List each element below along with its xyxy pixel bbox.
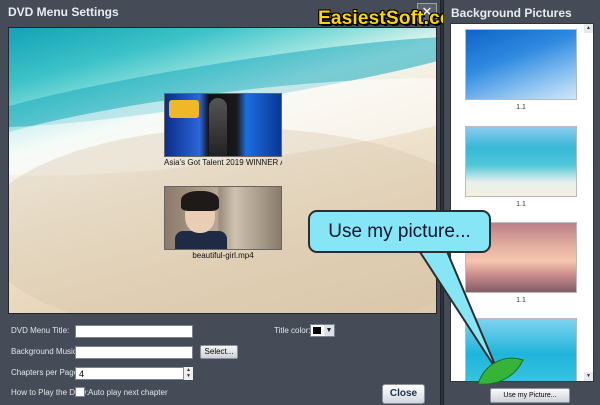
background-picture-list[interactable]: 1.1 1.1 1.1 ▲ ▼ (450, 23, 594, 382)
chapter-1-thumbnail (164, 93, 282, 157)
close-button[interactable]: Close (382, 384, 425, 404)
background-pictures-panel: Background Pictures 1.1 1.1 1.1 ▲ ▼ Use … (443, 0, 600, 405)
chevron-down-icon[interactable]: ▼ (324, 325, 334, 336)
background-label: 1.1 (516, 297, 526, 304)
chapter-2[interactable]: beautiful-girl.mp4 (164, 186, 282, 260)
background-music-input[interactable] (75, 346, 193, 359)
chapter-2-title: beautiful-girl.mp4 (192, 251, 254, 260)
stage-logo (169, 100, 199, 118)
chapter-2-thumbnail (164, 186, 282, 250)
background-label: 1.1 (516, 104, 526, 111)
background-thumbnail[interactable] (465, 126, 577, 197)
background-pictures-title: Background Pictures (451, 6, 572, 20)
menu-preview: Asia's Got Talent 2019 WINNER A beautifu… (8, 27, 437, 314)
chevron-down-icon[interactable]: ▼ (184, 373, 193, 379)
scroll-up-icon[interactable]: ▲ (584, 24, 593, 33)
chapters-per-page-label: Chapters per Page: (11, 368, 81, 377)
scroll-down-icon[interactable]: ▼ (584, 372, 593, 381)
background-music-label: Background Music: (11, 347, 80, 356)
color-swatch (313, 327, 321, 334)
background-item[interactable] (465, 318, 577, 381)
chapter-1[interactable]: Asia's Got Talent 2019 WINNER A (164, 93, 282, 167)
background-item[interactable]: 1.1 (465, 29, 577, 111)
autoplay-label[interactable]: Auto play next chapter (88, 388, 168, 397)
background-label: 1.1 (516, 201, 526, 208)
menu-title-input[interactable] (75, 325, 193, 338)
callout-bubble: Use my picture... (308, 210, 491, 253)
dialog-title: DVD Menu Settings (8, 5, 119, 19)
background-item[interactable]: 1.1 (465, 126, 577, 208)
background-thumbnail[interactable] (465, 318, 577, 381)
title-color-picker[interactable]: ▼ (310, 324, 335, 337)
dvd-menu-settings-dialog: DVD Menu Settings ✕ Asia's Got Talent 20… (0, 0, 469, 405)
chapter-1-title: Asia's Got Talent 2019 WINNER A (164, 158, 282, 167)
select-music-button[interactable]: Select... (200, 345, 238, 359)
uniform-shape (175, 231, 227, 249)
autoplay-checkbox[interactable] (75, 387, 85, 397)
menu-title-label: DVD Menu Title: (11, 326, 70, 335)
performer-figure (209, 98, 227, 156)
use-my-picture-button[interactable]: Use my Picture... (490, 388, 570, 403)
chapters-per-page-stepper[interactable]: ▲ ▼ (183, 367, 193, 380)
background-thumbnail[interactable] (465, 29, 577, 100)
chapters-per-page-input[interactable] (75, 367, 193, 380)
title-color-label: Title color: (274, 326, 311, 335)
hair-shape (181, 191, 219, 211)
